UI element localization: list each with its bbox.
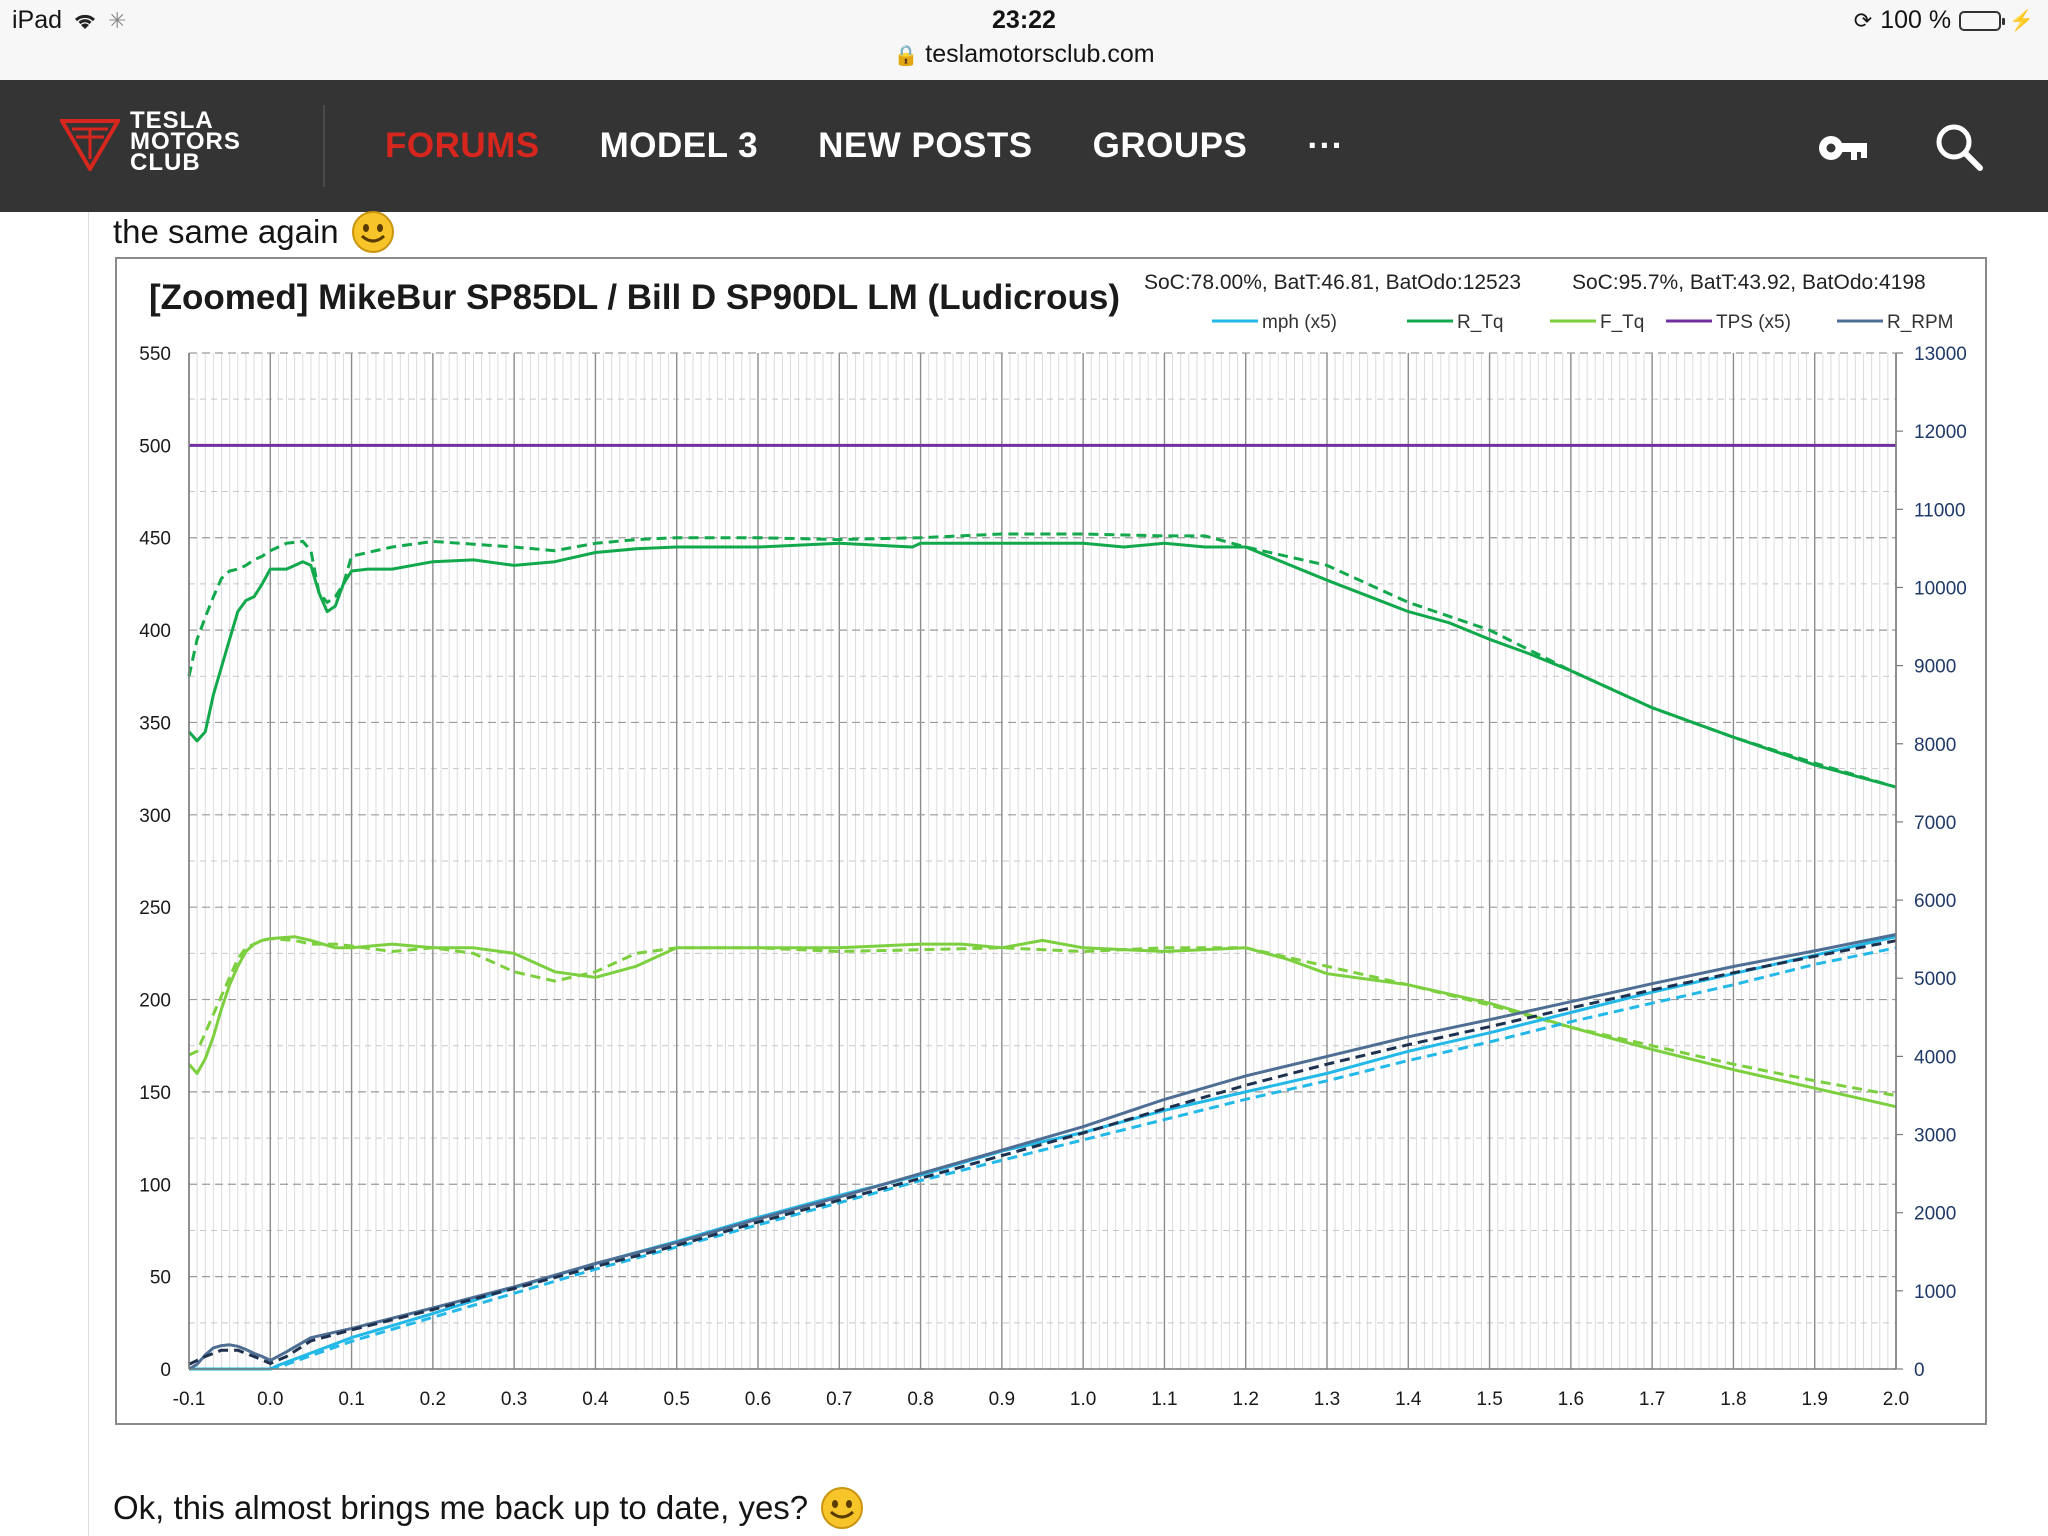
chart-image: -0.1 0.0 0.1 0.2 0.3 0.4 0.5 0.6 0.7 0.8 0.9 1.0 1.1…: [115, 257, 1987, 1425]
post-text-bottom: Ok, this almost brings me back up to dat…: [113, 1486, 864, 1530]
legend-label: R_RPM: [1887, 312, 1954, 333]
chart-subtitle-left: SoC:78.00%, BatT:46.81, BatOdo:12523: [1144, 271, 1521, 294]
logo-text: TESLA MOTORS CLUB: [130, 107, 241, 176]
x-tick-label: 0.3: [501, 1389, 527, 1410]
x-tick-label: 0.7: [826, 1389, 852, 1410]
y-left-tick-label: 500: [139, 436, 171, 457]
minor-gridlines: [189, 353, 1896, 1369]
chart-legend: mph (x5) R_Tq F_Tq TPS (x5) R_RPM: [1212, 312, 1954, 333]
chart-subtitle-right: SoC:95.7%, BatT:43.92, BatOdo:4198: [1572, 271, 1926, 294]
nav-more[interactable]: ···: [1307, 126, 1343, 166]
x-tick-label: 0.2: [420, 1389, 446, 1410]
x-tick-label: 2.0: [1883, 1389, 1909, 1410]
y-right-tick-label: 2000: [1914, 1204, 1956, 1225]
clock: 23:22: [992, 6, 1056, 34]
y-left-tick-label: 350: [139, 713, 171, 734]
y-left-tick-label: 550: [139, 344, 171, 365]
y-right-tick-label: 10000: [1914, 578, 1967, 599]
y-left-tick-label: 300: [139, 806, 171, 827]
y-right-tick-label: 11000: [1914, 500, 1965, 521]
orientation-lock-icon: ⟳: [1853, 7, 1873, 33]
lock-icon: 🔒: [893, 45, 919, 67]
status-right: ⟳ 100 % ⚡: [1854, 6, 2034, 35]
x-tick-label: 0.0: [257, 1389, 283, 1410]
y-right-tick-label: 0: [1914, 1360, 1925, 1381]
legend-label: R_Tq: [1457, 312, 1503, 333]
x-tick-label: 0.1: [338, 1389, 364, 1410]
y-right-tick-label: 1000: [1914, 1282, 1956, 1303]
legend-label: F_Tq: [1600, 312, 1644, 333]
charging-icon: ⚡: [2009, 10, 2034, 32]
y-right-tick-label: 3000: [1914, 1126, 1956, 1147]
y-right-tick-label: 13000: [1914, 344, 1967, 365]
x-tick-label: 0.9: [989, 1389, 1015, 1410]
post-text-top: the same again: [113, 210, 395, 254]
x-tick-label: 1.3: [1314, 1389, 1340, 1410]
nav-new-posts[interactable]: NEW POSTS: [818, 126, 1033, 166]
nav-forums[interactable]: FORUMS: [385, 126, 540, 166]
y-left-tick-label: 200: [139, 991, 171, 1012]
x-tick-label: -0.1: [173, 1389, 206, 1410]
smiley-emoji-icon: [821, 1487, 864, 1529]
smiley-emoji-icon: [351, 211, 394, 253]
x-tick-label: 1.1: [1151, 1389, 1177, 1410]
x-tick-label: 1.7: [1639, 1389, 1665, 1410]
tmc-logo-icon: [60, 118, 120, 171]
x-tick-label: 1.2: [1233, 1389, 1259, 1410]
y-right-tick-label: 5000: [1914, 969, 1956, 990]
chart-svg: -0.1 0.0 0.1 0.2 0.3 0.4 0.5 0.6 0.7 0.8 0.9 1.0 1.1…: [139, 271, 1967, 1410]
post-text: the same again: [113, 213, 339, 250]
x-tick-label: 0.4: [582, 1389, 609, 1410]
y-left-tick-label: 150: [139, 1083, 171, 1104]
battery-percent: 100 %: [1880, 6, 1952, 34]
x-tick-label: 1.0: [1070, 1389, 1096, 1410]
x-tick-label: 1.8: [1720, 1389, 1746, 1410]
x-tick-label: 1.4: [1395, 1389, 1422, 1410]
y-right-tick-label: 9000: [1914, 657, 1956, 678]
x-tick-label: 1.9: [1802, 1389, 1828, 1410]
nav-model-3[interactable]: MODEL 3: [600, 126, 758, 166]
key-icon[interactable]: [1815, 120, 1871, 176]
y-right-tick-label: 6000: [1914, 891, 1956, 912]
status-bar: iPad ✳ 23:22 🔒 teslamotorsclub.com ⟳ 100…: [0, 0, 2048, 81]
main-nav: FORUMS MODEL 3 NEW POSTS GROUPS ···: [385, 80, 1344, 212]
battery-icon: [1959, 10, 2006, 31]
nav-divider: [323, 105, 325, 187]
y-left-tick-label: 50: [150, 1268, 171, 1289]
post-text: Ok, this almost brings me back up to dat…: [113, 1489, 809, 1526]
content-edge: [88, 212, 89, 1536]
address-bar[interactable]: 🔒 teslamotorsclub.com: [0, 40, 2048, 69]
x-tick-label: 0.5: [664, 1389, 690, 1410]
url-text: teslamotorsclub.com: [925, 40, 1155, 68]
y-right-tick-label: 7000: [1914, 813, 1956, 834]
x-tick-label: 1.6: [1558, 1389, 1584, 1410]
search-icon[interactable]: [1932, 120, 1986, 174]
y-right-tick-label: 12000: [1914, 422, 1967, 443]
nav-groups[interactable]: GROUPS: [1093, 126, 1248, 166]
legend-label: mph (x5): [1262, 312, 1337, 333]
y-right-tick-label: 8000: [1914, 735, 1956, 756]
x-tick-label: 0.6: [745, 1389, 771, 1410]
y-left-tick-label: 250: [139, 898, 171, 919]
y-left-tick-label: 100: [139, 1175, 171, 1196]
chart-title: [Zoomed] MikeBur SP85DL / Bill D SP90DL …: [149, 278, 1120, 317]
y-left-tick-label: 0: [160, 1360, 171, 1381]
y-right-tick-label: 4000: [1914, 1047, 1956, 1068]
y-left-tick-label: 450: [139, 529, 171, 550]
x-tick-label: 0.8: [907, 1389, 933, 1410]
y-left-tick-label: 400: [139, 621, 171, 642]
site-header: TESLA MOTORS CLUB FORUMS MODEL 3 NEW POS…: [0, 80, 2048, 212]
x-tick-label: 1.5: [1476, 1389, 1502, 1410]
site-logo[interactable]: TESLA MOTORS CLUB: [60, 107, 241, 176]
legend-label: TPS (x5): [1716, 312, 1791, 333]
